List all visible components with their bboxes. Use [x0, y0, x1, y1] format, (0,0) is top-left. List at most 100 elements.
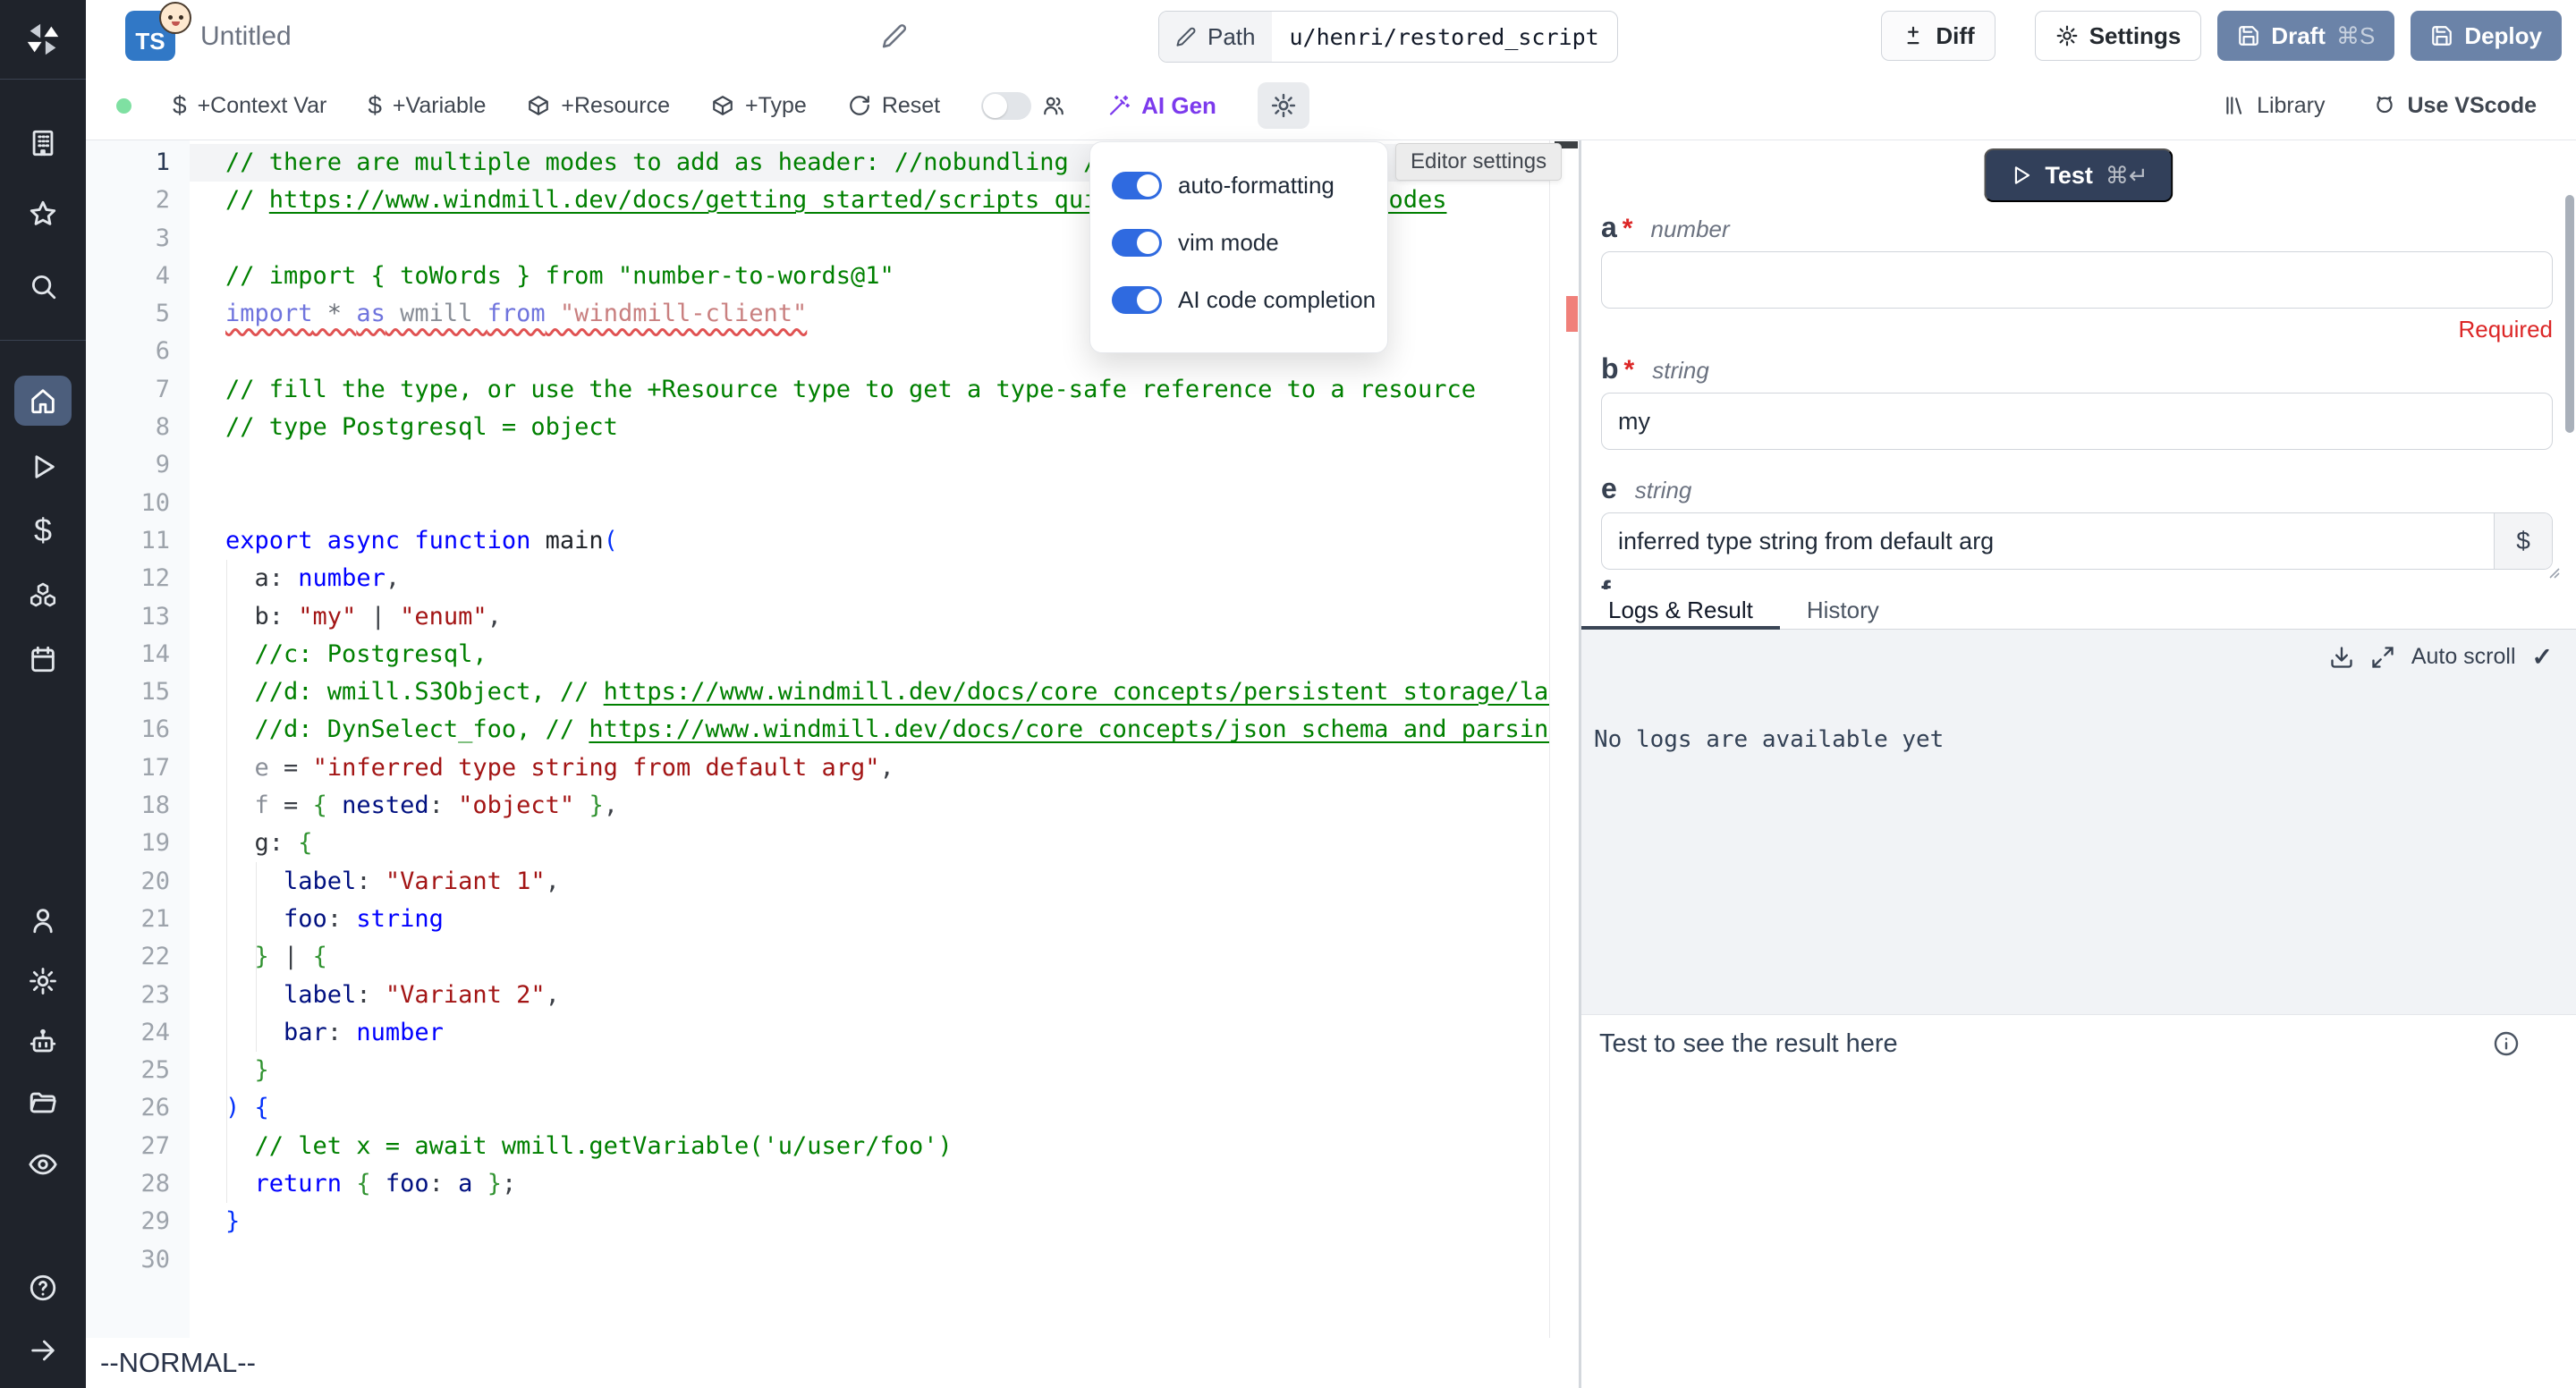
code-line [190, 446, 1549, 484]
code-line: g: { [190, 825, 1549, 862]
sidebar-item-search[interactable] [21, 265, 64, 308]
code-line [190, 1241, 1549, 1279]
wand-sparkles-icon [1106, 94, 1131, 118]
autoscroll-label[interactable]: Auto scroll [2411, 644, 2516, 670]
field-name: b [1601, 352, 1619, 385]
field-b: b * string my [1601, 352, 2553, 450]
diff-button[interactable]: Diff [1881, 11, 1995, 61]
dollar-icon: $ [368, 91, 382, 120]
reset-button[interactable]: Reset [848, 93, 940, 119]
insert-variable-button[interactable]: $ [2494, 513, 2552, 569]
line-number: 30 [86, 1241, 170, 1279]
string-input-e[interactable]: inferred type string from default arg $ [1601, 512, 2553, 570]
code-line: a: number, [190, 560, 1549, 597]
deploy-button[interactable]: Deploy [2411, 11, 2562, 61]
gear-icon [28, 966, 58, 996]
overview-ruler[interactable] [1549, 140, 1580, 1338]
toggle-row-ai-code-completion[interactable]: AI code completion [1112, 271, 1366, 328]
code-line: label: "Variant 2", [190, 977, 1549, 1014]
add-type-button[interactable]: +Type [711, 93, 807, 119]
sidebar-divider [0, 340, 86, 341]
path-label: Path [1208, 23, 1256, 51]
line-number: 27 [86, 1128, 170, 1165]
sidebar-item-audit[interactable] [21, 1143, 64, 1186]
tab-history[interactable]: History [1780, 591, 1906, 629]
indent-guide [226, 560, 227, 1203]
code-line: //d: wmill.S3Object, // https://www.wind… [190, 673, 1549, 711]
toggle-on[interactable] [1112, 229, 1162, 257]
dollar-icon: $ [173, 91, 187, 120]
code-line: bar: number [190, 1014, 1549, 1052]
line-number: 4 [86, 258, 170, 295]
info-icon[interactable] [2492, 1029, 2521, 1058]
line-number: 14 [86, 636, 170, 673]
code-line: //d: DynSelect_foo, // https://www.windm… [190, 711, 1549, 749]
download-icon[interactable] [2329, 645, 2354, 670]
field-name: a [1601, 211, 1617, 244]
sidebar-item-workers[interactable] [21, 1020, 64, 1063]
resize-handle[interactable] [2546, 565, 2561, 580]
line-number: 19 [86, 825, 170, 862]
sidebar-item-resources[interactable] [21, 573, 64, 616]
use-vscode-button[interactable]: Use VScode [2373, 93, 2537, 119]
gutter: 1234567891011121314151617181920212223242… [86, 144, 170, 1279]
toggle-row-auto-formatting[interactable]: auto-formatting [1112, 157, 1366, 214]
tab-logs-result[interactable]: Logs & Result [1581, 591, 1780, 629]
library-button[interactable]: Library [2223, 93, 2325, 119]
sidebar-item-schedules[interactable] [21, 638, 64, 681]
line-number: 20 [86, 863, 170, 901]
edit-summary-icon[interactable] [881, 22, 908, 49]
number-input-a[interactable] [1601, 251, 2553, 309]
sidebar-item-runs[interactable] [21, 445, 64, 488]
sidebar-item-folders[interactable] [21, 1081, 64, 1124]
preview-panel: Test ⌘↵ a * number Required b * string m… [1579, 140, 2576, 1388]
line-number: 3 [86, 220, 170, 258]
code-line: return { foo: a }; [190, 1165, 1549, 1203]
sidebar-item-workspace[interactable] [21, 122, 64, 165]
library-icon [2223, 94, 2246, 117]
search-icon [28, 271, 58, 301]
add-variable-button[interactable]: $+Variable [368, 91, 486, 120]
line-number: 22 [86, 938, 170, 976]
editor-settings-button[interactable] [1258, 82, 1309, 129]
toggle-on[interactable] [1112, 286, 1162, 314]
sidebar-item-account[interactable] [21, 899, 64, 942]
line-number: 21 [86, 901, 170, 938]
ai-gen-button[interactable]: AI Gen [1106, 92, 1216, 120]
add-resource-button[interactable]: +Resource [527, 93, 670, 119]
line-number: 25 [86, 1052, 170, 1089]
panel-scrollbar[interactable] [2565, 195, 2574, 433]
code-line: label: "Variant 1", [190, 863, 1549, 901]
check-icon[interactable]: ✓ [2532, 642, 2553, 672]
sidebar-item-help[interactable] [21, 1266, 64, 1309]
field-a: a * number Required [1601, 211, 2553, 343]
multiplayer-toggle[interactable] [981, 92, 1065, 120]
code-line [190, 485, 1549, 522]
required-asterisk: * [1624, 355, 1635, 385]
toggle-on[interactable] [1112, 172, 1162, 199]
field-name: e [1601, 472, 1617, 505]
windmill-logo[interactable] [0, 0, 86, 80]
toggle-row-vim-mode[interactable]: vim mode [1112, 214, 1366, 271]
toggle-off[interactable] [981, 92, 1031, 120]
sidebar-item-favorites[interactable] [21, 192, 64, 235]
editor-toolbar: $+Context Var $+Variable +Resource +Type… [86, 72, 2576, 140]
sidebar-item-settings[interactable] [21, 960, 64, 1003]
add-context-var-button[interactable]: $+Context Var [173, 91, 326, 120]
code-line: foo: string [190, 901, 1549, 938]
sidebar-item-home[interactable] [14, 376, 72, 426]
code-line: f = { nested: "object" }, [190, 787, 1549, 825]
settings-button[interactable]: Settings [2035, 11, 2202, 61]
code-line: // type Postgresql = object [190, 409, 1549, 446]
dollar-icon: $ [34, 512, 52, 549]
save-icon [2237, 24, 2260, 47]
path-field[interactable]: Path u/henri/restored_script [1158, 11, 1618, 63]
test-button[interactable]: Test ⌘↵ [1984, 148, 2173, 202]
line-number: 26 [86, 1089, 170, 1127]
draft-button[interactable]: Draft ⌘S [2217, 11, 2394, 61]
sidebar-item-collapse[interactable] [21, 1329, 64, 1372]
string-input-b[interactable]: my [1601, 393, 2553, 450]
sidebar-item-variables[interactable]: $ [21, 509, 64, 552]
test-shortcut: ⌘↵ [2106, 162, 2148, 190]
expand-icon[interactable] [2370, 645, 2395, 670]
